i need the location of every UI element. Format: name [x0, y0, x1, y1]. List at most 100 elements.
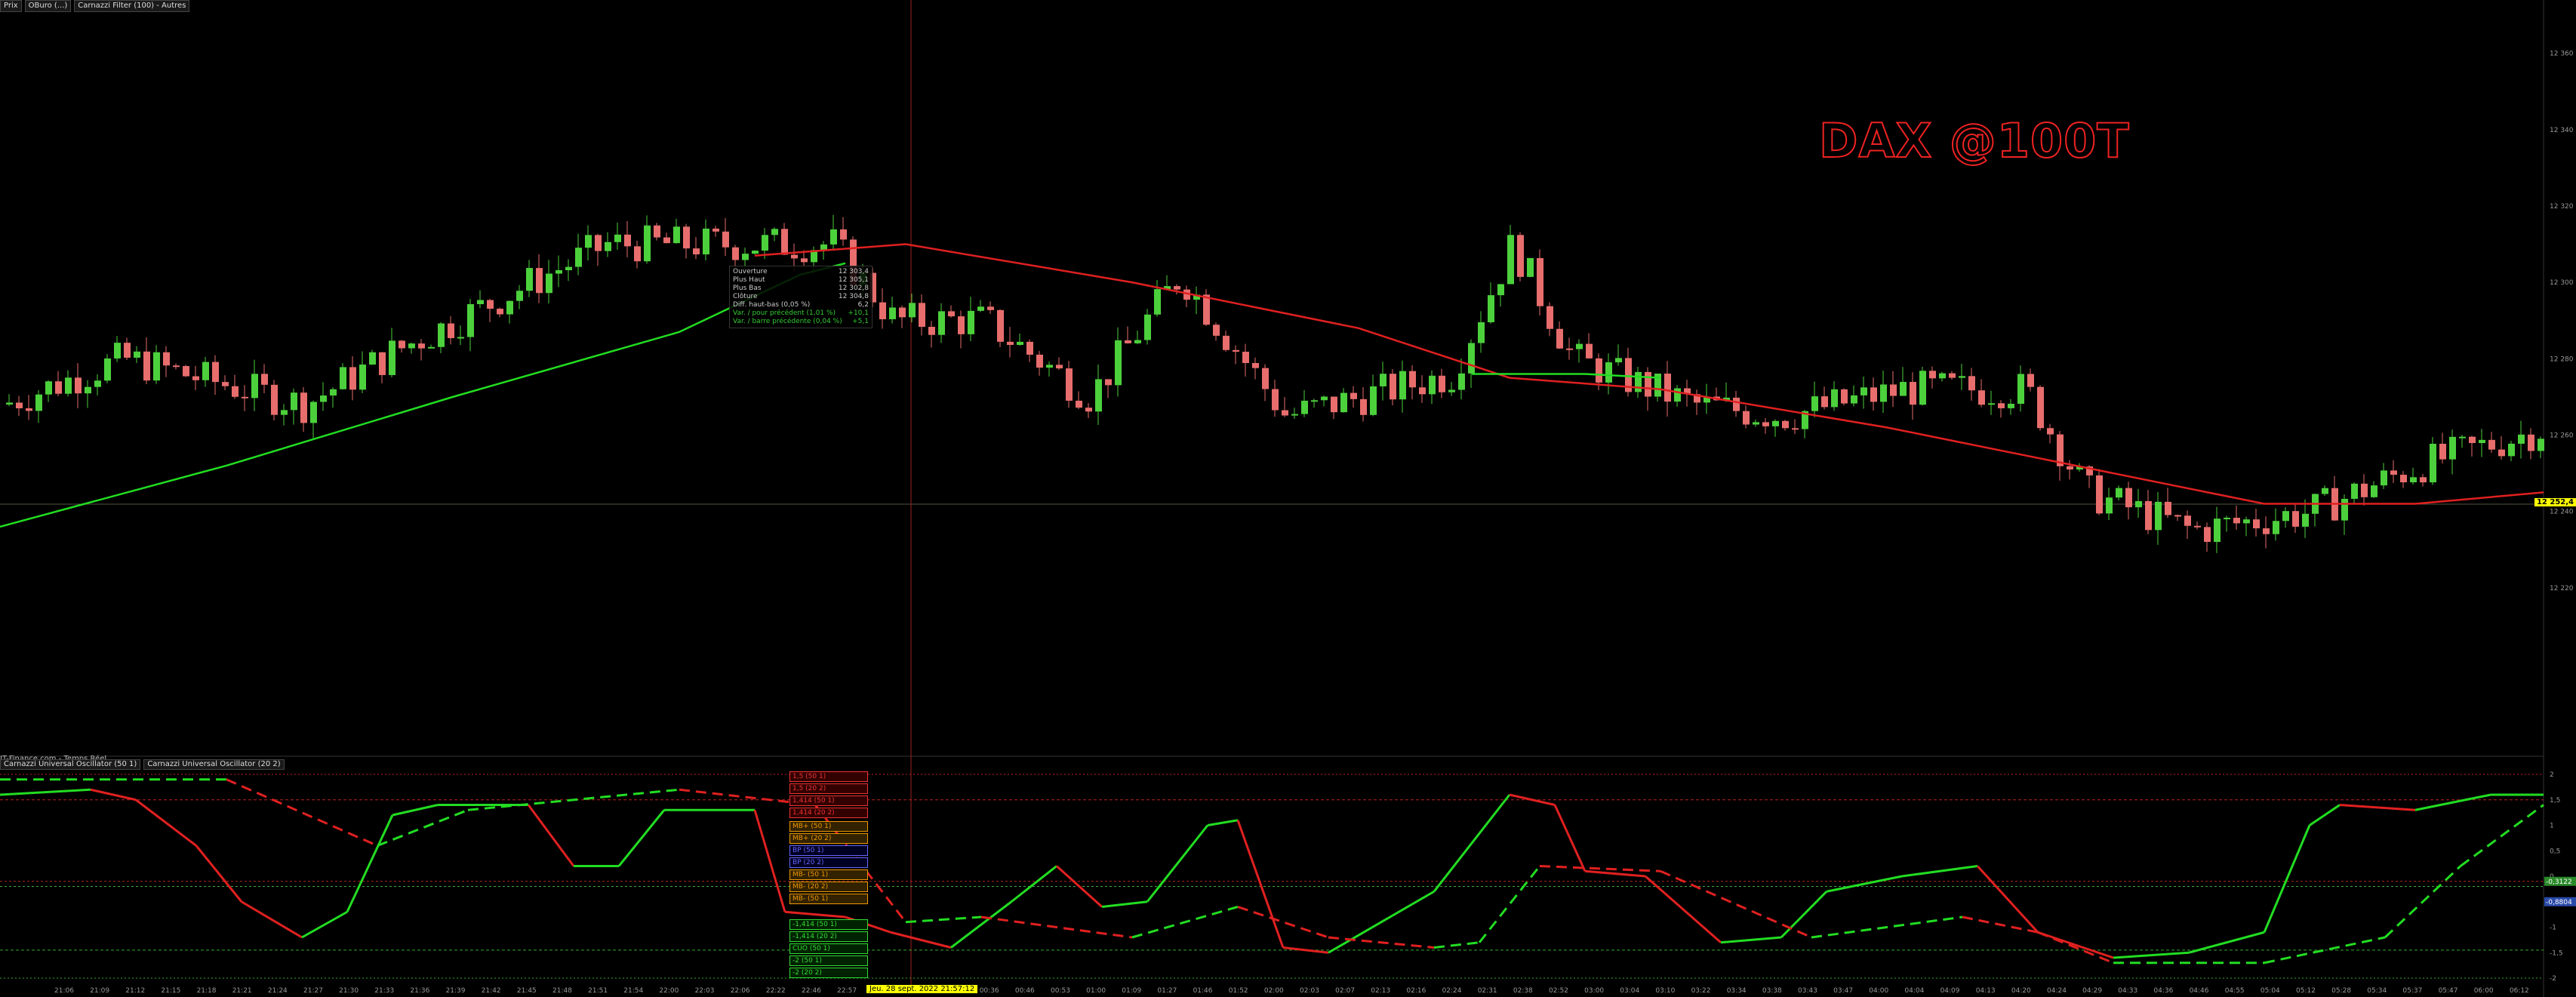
current-price-tag: 12 252,4 — [2534, 498, 2576, 506]
candle-body — [1115, 340, 1122, 386]
candle-body — [2106, 497, 2113, 514]
candle-body — [526, 268, 533, 291]
time-axis-label: 03:22 — [1691, 987, 1711, 995]
candle-body — [300, 392, 307, 423]
candle-body — [506, 300, 513, 315]
candle-body — [1331, 396, 1337, 413]
time-axis-label: 21:09 — [90, 987, 109, 995]
oscillator-level-label: BP (50 1) — [789, 845, 868, 856]
candle-body — [1900, 382, 1907, 396]
candle-body — [379, 352, 386, 375]
oscillator-level-label: MB- (50 1) — [789, 894, 868, 904]
candle-body — [1910, 382, 1916, 405]
tooltip-row: Diff. haut-bas (0,05 %) 6,2 — [733, 301, 869, 309]
candle-body — [1959, 376, 1965, 378]
candle-body — [163, 352, 170, 366]
oscillator-fast-line — [90, 788, 137, 802]
cursor-date-tag: Jeu. 28 sept. 2022 21:57:12 — [866, 985, 978, 993]
candle-body — [2488, 439, 2495, 450]
legend-item-oscillator-50[interactable]: Carnazzi Universal Oscillator (50 1) — [0, 759, 141, 770]
candle-body — [712, 228, 719, 232]
candle-body — [1036, 354, 1043, 368]
candle-body — [1262, 368, 1269, 389]
chart-overlay-title: DAX @100T — [1818, 112, 2130, 169]
candle-body — [840, 229, 847, 240]
legend-item-carnazzi-filter[interactable]: Carnazzi Filter (100) - Autres — [74, 0, 190, 12]
time-axis-label: 22:00 — [659, 987, 679, 995]
oscillator-slow-line — [1539, 865, 1661, 872]
oscillator-level-label: -1,414 (50 1) — [789, 919, 868, 930]
candle-body — [467, 304, 474, 337]
candle-body — [1203, 294, 1210, 325]
candle-body — [1242, 352, 1249, 363]
candle-body — [1448, 389, 1455, 392]
moving-average-green-line — [0, 262, 846, 528]
candle-body — [2214, 519, 2221, 542]
candle-body — [752, 251, 759, 254]
candle-body — [1733, 397, 1740, 411]
candle-body — [536, 268, 543, 294]
legend-item-oscillator-20[interactable]: Carnazzi Universal Oscillator (20 2) — [143, 759, 285, 770]
candle-body — [242, 396, 248, 398]
candle-body — [683, 226, 690, 249]
oscillator-axis-label: 1,5 — [2550, 797, 2560, 805]
candle-body — [1301, 400, 1308, 414]
candle-body — [1743, 411, 1750, 425]
candle-body — [1841, 389, 1848, 404]
candle-body — [369, 352, 376, 365]
time-axis-label: 04:09 — [1940, 987, 1960, 995]
candle-body — [45, 381, 52, 395]
oscillator-fast-line — [1584, 869, 1646, 878]
time-axis-label: 06:00 — [2474, 987, 2494, 995]
oscillator-fast-line — [527, 804, 575, 867]
oscillator-value-tag-upper-label: -0,3122 — [2546, 879, 2572, 886]
oscillator-fast-line — [301, 910, 348, 939]
candle-body — [585, 235, 592, 248]
oscillator-fast-line — [195, 845, 243, 903]
candle-body — [546, 273, 552, 294]
oscillator-level-label: MB+ (50 1) — [789, 821, 868, 832]
candle-body — [1134, 340, 1141, 343]
time-axis-label: 01:27 — [1157, 987, 1177, 995]
oscillator-slow-line — [2460, 804, 2544, 867]
candle-body — [1635, 371, 1642, 392]
candle-body — [1144, 314, 1151, 340]
time-axis-label: 21:39 — [446, 987, 466, 995]
legend-item-price[interactable]: Prix — [0, 0, 22, 12]
candle-body — [1566, 348, 1573, 350]
oscillator-axis-label: 1 — [2550, 823, 2554, 830]
oscillator-fast-line — [0, 788, 91, 796]
candle-body — [1076, 400, 1082, 408]
oscillator-level-label: -2 (50 1) — [789, 955, 868, 966]
candle-body — [104, 358, 111, 381]
candle-body — [1291, 414, 1298, 416]
candle-body — [2302, 513, 2309, 527]
candle-body — [2479, 439, 2485, 444]
candle-body — [349, 367, 356, 390]
price-chart[interactable]: 12 36012 34012 32012 30012 28012 26012 2… — [0, 0, 2576, 997]
oscillator-fast-line — [2339, 804, 2416, 811]
candle-body — [1939, 373, 1946, 379]
oscillator-fast-line — [1011, 865, 1057, 903]
candle-body — [1517, 235, 1524, 277]
candle-body — [663, 237, 670, 244]
candle-body — [35, 394, 42, 411]
time-axis-label: 01:00 — [1086, 987, 1106, 995]
candle-body — [938, 311, 945, 335]
candle-body — [1880, 384, 1887, 402]
candle-body — [899, 307, 906, 318]
candle-body — [2508, 443, 2515, 457]
candle-body — [614, 234, 621, 242]
candle-body — [1095, 379, 1102, 412]
candle-body — [1017, 341, 1023, 346]
candle-body — [791, 254, 798, 259]
candle-body — [830, 229, 837, 245]
time-axis-label: 00:46 — [1015, 987, 1035, 995]
candle-body — [1968, 376, 1975, 391]
time-axis-label: 04:29 — [2082, 987, 2102, 995]
candle-body — [1674, 388, 1681, 402]
candle-body — [487, 300, 494, 309]
candle-body — [261, 374, 268, 385]
time-axis-label: 04:55 — [2225, 987, 2245, 995]
legend-item-oburo[interactable]: OBuro (...) — [24, 0, 72, 12]
